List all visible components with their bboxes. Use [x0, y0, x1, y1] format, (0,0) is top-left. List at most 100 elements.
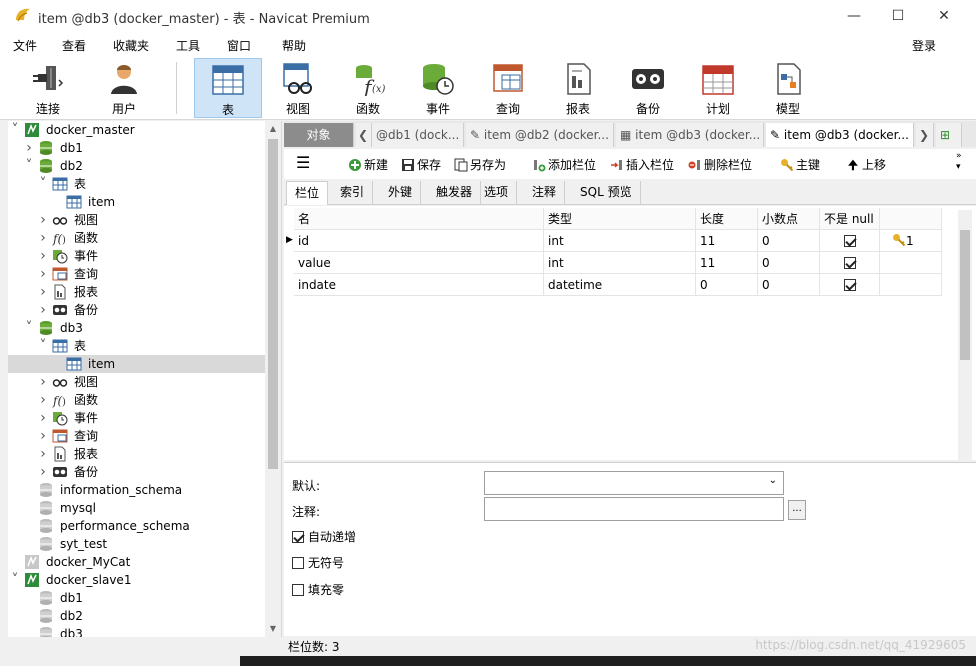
- column-header-type[interactable]: 类型: [544, 208, 696, 230]
- tree-item[interactable]: › f() 函数: [8, 391, 266, 409]
- auto-increment-checkbox[interactable]: 自动递增: [292, 528, 356, 545]
- tree-item[interactable]: db2: [8, 607, 266, 625]
- tree-item[interactable]: ˅ 表: [8, 337, 266, 355]
- hamburger-menu-icon[interactable]: ☰: [296, 154, 310, 172]
- tree-item[interactable]: › 视图: [8, 211, 266, 229]
- close-button[interactable]: ✕: [924, 4, 964, 28]
- menu-help[interactable]: 帮助: [282, 37, 306, 54]
- tab-item-db3-design[interactable]: ✎ item @db3 (docker...: [766, 123, 914, 147]
- cell-key[interactable]: 1: [880, 230, 942, 252]
- cell-decimals[interactable]: 0: [758, 252, 820, 274]
- tree-item[interactable]: › db1: [8, 139, 266, 157]
- tab-sql-preview[interactable]: SQL 预览: [572, 181, 641, 205]
- chevron-down-icon[interactable]: ˅: [24, 157, 34, 175]
- tree-item[interactable]: ˅ 表: [8, 175, 266, 193]
- tab-comment[interactable]: 注释: [524, 181, 566, 205]
- scroll-down-arrow[interactable]: ▼: [265, 621, 281, 637]
- chevron-right-icon[interactable]: ›: [38, 265, 48, 283]
- chevron-right-icon[interactable]: ›: [38, 247, 48, 265]
- tree-item[interactable]: item: [8, 355, 266, 373]
- checkbox-unchecked[interactable]: [292, 557, 304, 569]
- cell-key[interactable]: [880, 274, 942, 296]
- checkbox-checked[interactable]: [843, 257, 856, 269]
- scroll-up-arrow[interactable]: ▲: [265, 121, 281, 137]
- toolbar-function-button[interactable]: f (x) 函数: [334, 58, 402, 118]
- chevron-right-icon[interactable]: ›: [38, 211, 48, 229]
- delete-field-button[interactable]: 删除栏位: [688, 156, 752, 174]
- chevron-right-icon[interactable]: ›: [38, 463, 48, 481]
- tree-item[interactable]: performance_schema: [8, 517, 266, 535]
- cell-type[interactable]: int: [544, 230, 696, 252]
- cell-length[interactable]: 0: [696, 274, 758, 296]
- cell-not-null[interactable]: [820, 274, 880, 296]
- move-up-button[interactable]: 🠉 上移: [848, 156, 886, 174]
- save-button[interactable]: 保存: [401, 156, 441, 174]
- chevron-right-icon[interactable]: ›: [24, 139, 34, 157]
- tab-objects[interactable]: 对象: [284, 123, 354, 147]
- toolbar-report-button[interactable]: 报表: [544, 58, 612, 118]
- chevron-right-icon[interactable]: ›: [38, 427, 48, 445]
- cell-type[interactable]: int: [544, 252, 696, 274]
- tab-item-db2[interactable]: ✎ item @db2 (docker...: [466, 123, 614, 147]
- tree-item[interactable]: item: [8, 193, 266, 211]
- chevron-right-icon[interactable]: ›: [38, 283, 48, 301]
- tree-item[interactable]: › f() 函数: [8, 229, 266, 247]
- toolbar-user-button[interactable]: 用户: [90, 58, 158, 118]
- cell-length[interactable]: 11: [696, 230, 758, 252]
- cell-decimals[interactable]: 0: [758, 274, 820, 296]
- tree-item[interactable]: › 报表: [8, 445, 266, 463]
- cell-name[interactable]: value: [294, 252, 544, 274]
- cell-key[interactable]: [880, 252, 942, 274]
- column-header-not-null[interactable]: 不是 null: [820, 208, 880, 230]
- cell-length[interactable]: 11: [696, 252, 758, 274]
- save-as-button[interactable]: 另存为: [454, 156, 506, 174]
- toolbar-model-button[interactable]: 模型: [754, 58, 822, 118]
- toolbar-overflow-icon[interactable]: » ▾: [956, 151, 962, 172]
- chevron-right-icon[interactable]: ›: [38, 373, 48, 391]
- menu-favorites[interactable]: 收藏夹: [113, 37, 149, 54]
- tree-item[interactable]: › 查询: [8, 265, 266, 283]
- table-row[interactable]: indate datetime 0 0: [294, 274, 942, 296]
- tree-item[interactable]: › 备份: [8, 463, 266, 481]
- menu-file[interactable]: 文件: [13, 37, 37, 54]
- chevron-right-icon[interactable]: ›: [38, 229, 48, 247]
- chevron-down-icon[interactable]: ˅: [38, 175, 48, 193]
- toolbar-backup-button[interactable]: 备份: [614, 58, 682, 118]
- cell-not-null[interactable]: [820, 230, 880, 252]
- tab-triggers[interactable]: 触发器: [428, 181, 482, 205]
- tree-item[interactable]: ˅ docker_master: [8, 121, 266, 139]
- cell-type[interactable]: datetime: [544, 274, 696, 296]
- tree-item[interactable]: ˅ db3: [8, 319, 266, 337]
- insert-field-button[interactable]: 插入栏位: [610, 156, 674, 174]
- unsigned-checkbox[interactable]: 无符号: [292, 554, 344, 571]
- cell-decimals[interactable]: 0: [758, 230, 820, 252]
- column-header-decimals[interactable]: 小数点: [758, 208, 820, 230]
- tab-options[interactable]: 选项: [476, 181, 518, 205]
- tabs-scroll-right[interactable]: ❯: [916, 123, 934, 147]
- checkbox-checked[interactable]: [292, 531, 304, 543]
- tree-item[interactable]: information_schema: [8, 481, 266, 499]
- default-select[interactable]: ⌄: [484, 471, 784, 495]
- checkbox-unchecked[interactable]: [292, 584, 304, 596]
- tree-item[interactable]: › 视图: [8, 373, 266, 391]
- cell-not-null[interactable]: [820, 252, 880, 274]
- tree-item[interactable]: › 报表: [8, 283, 266, 301]
- tree-item[interactable]: db3: [8, 625, 266, 637]
- tab-indexes[interactable]: 索引: [332, 181, 374, 205]
- chevron-down-icon[interactable]: ˅: [38, 337, 48, 355]
- menu-tools[interactable]: 工具: [176, 37, 200, 54]
- column-header-length[interactable]: 长度: [696, 208, 758, 230]
- grid-scrollbar[interactable]: [958, 210, 972, 460]
- tree-item[interactable]: › 事件: [8, 409, 266, 427]
- checkbox-checked[interactable]: [843, 235, 856, 247]
- tab-fields[interactable]: 栏位: [286, 181, 329, 205]
- menu-view[interactable]: 查看: [62, 37, 86, 54]
- tree-item[interactable]: docker_MyCat: [8, 553, 266, 571]
- chevron-down-icon[interactable]: ˅: [24, 319, 34, 337]
- chevron-down-icon[interactable]: ˅: [10, 121, 20, 139]
- tree-scrollbar[interactable]: ▲ ▼: [265, 121, 281, 637]
- comment-input[interactable]: [484, 497, 784, 521]
- tree-item[interactable]: › 查询: [8, 427, 266, 445]
- tab-foreign-keys[interactable]: 外键: [380, 181, 422, 205]
- chevron-down-icon[interactable]: ˅: [10, 571, 20, 589]
